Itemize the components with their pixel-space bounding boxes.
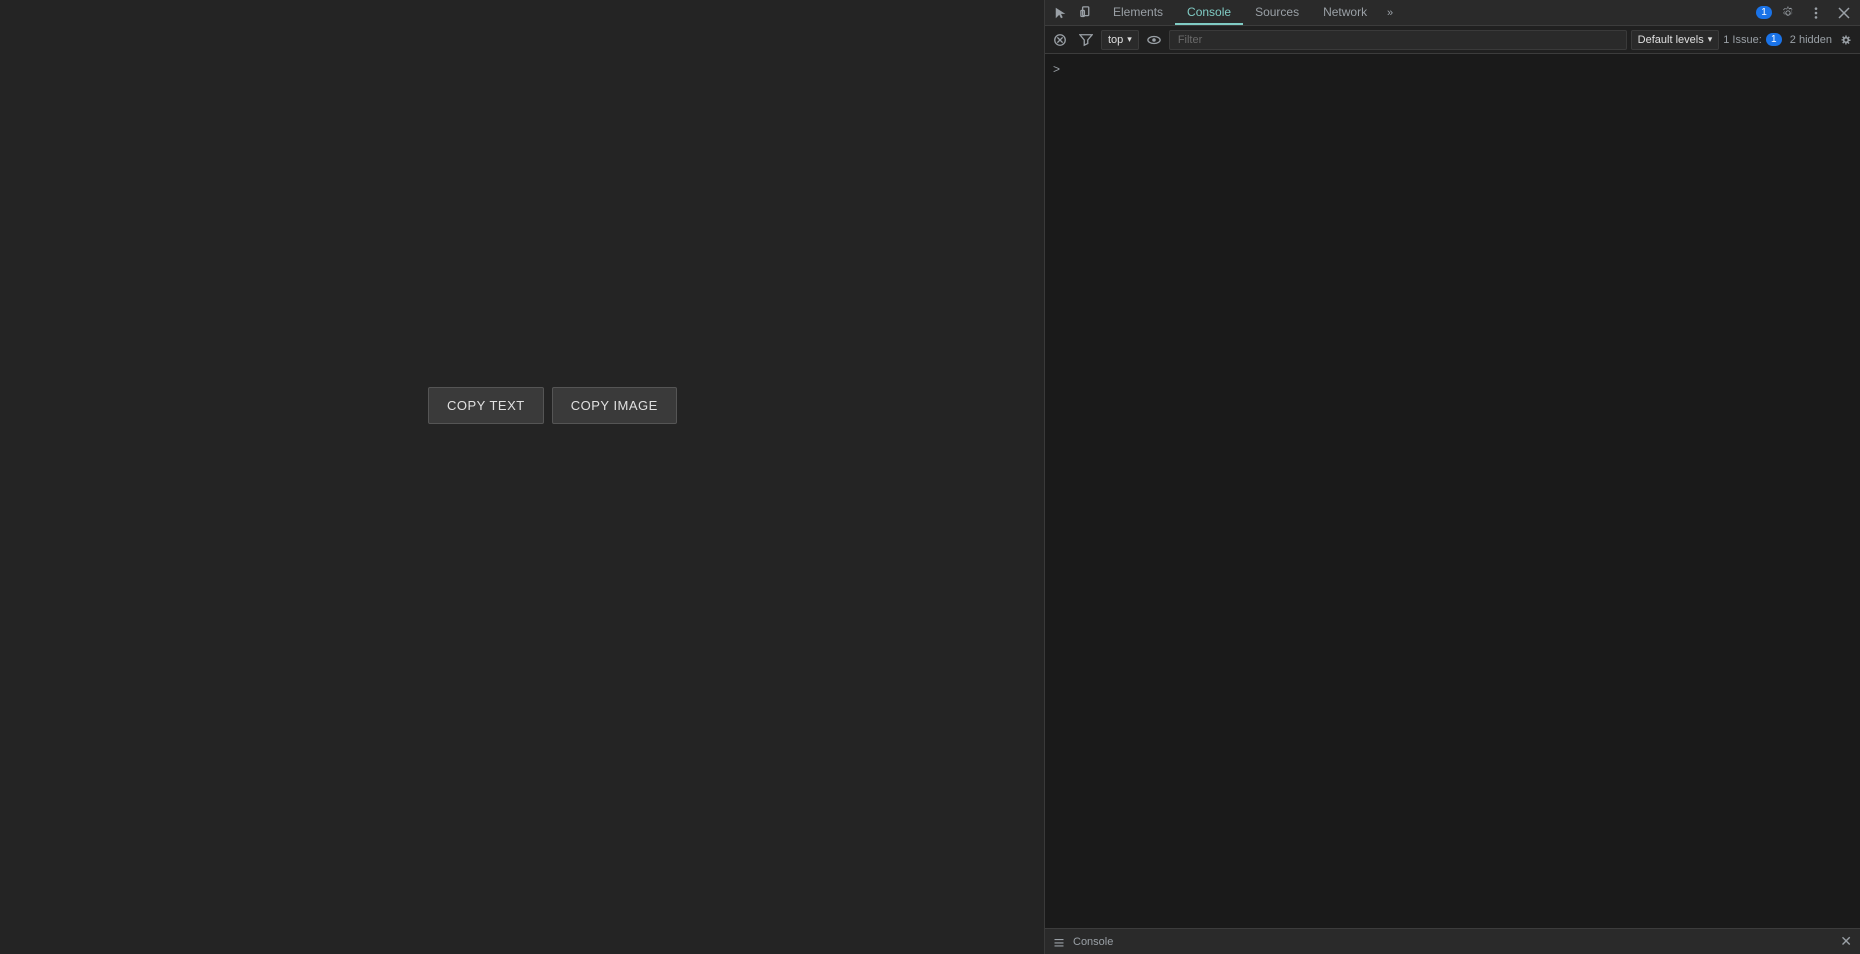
issue-badge[interactable]: 1 Issue: 1 [1723, 33, 1782, 46]
tab-console[interactable]: Console [1175, 0, 1243, 25]
log-level-label: Default levels [1638, 34, 1704, 46]
bottom-console-label: Console [1073, 936, 1113, 948]
devtools-tabs: Elements Console Sources Network » [1101, 0, 1754, 25]
devtools-toolbar: Elements Console Sources Network » 1 [1045, 0, 1860, 26]
hidden-count-label: 2 hidden [1790, 34, 1832, 46]
toolbar-right: 1 [1756, 2, 1856, 24]
tab-sources[interactable]: Sources [1243, 0, 1311, 25]
main-page: COPY TEXT COPY IMAGE [0, 0, 1044, 954]
more-options-icon[interactable] [1804, 2, 1828, 24]
context-label: top [1108, 34, 1123, 46]
inspect-element-icon[interactable] [1049, 2, 1073, 24]
devtools-bottom-bar: Console ✕ [1045, 928, 1860, 954]
close-bottom-bar-icon[interactable]: ✕ [1840, 933, 1852, 950]
devtools-panel: Elements Console Sources Network » 1 [1044, 0, 1860, 954]
device-toggle-icon[interactable] [1075, 2, 1099, 24]
context-arrow-icon: ▾ [1127, 34, 1132, 45]
console-prompt: > [1053, 62, 1060, 76]
filter-input[interactable] [1169, 30, 1627, 50]
hidden-badge: 2 hidden [1790, 34, 1832, 46]
log-level-selector[interactable]: Default levels ▾ [1631, 30, 1720, 50]
more-tabs-button[interactable]: » [1379, 2, 1401, 24]
copy-image-button[interactable]: COPY IMAGE [552, 387, 677, 424]
copy-text-button[interactable]: COPY TEXT [428, 387, 544, 424]
bottom-menu-button[interactable] [1053, 936, 1065, 948]
console-content[interactable]: > [1045, 54, 1860, 928]
close-devtools-icon[interactable] [1832, 2, 1856, 24]
tab-elements[interactable]: Elements [1101, 0, 1175, 25]
issue-count: 1 [1766, 33, 1782, 46]
page-buttons: COPY TEXT COPY IMAGE [428, 387, 677, 424]
log-level-arrow-icon: ▾ [1708, 34, 1713, 45]
clear-console-icon[interactable] [1049, 29, 1071, 51]
context-selector[interactable]: top ▾ [1101, 30, 1139, 50]
settings-icon[interactable] [1776, 2, 1800, 24]
live-expressions-icon[interactable] [1143, 29, 1165, 51]
console-settings-icon[interactable] [1836, 30, 1856, 50]
filter-icon[interactable] [1075, 29, 1097, 51]
tab-badge: 1 [1756, 6, 1772, 19]
issue-label: 1 Issue: [1723, 34, 1762, 46]
devtools-secondary-toolbar: top ▾ Default levels ▾ 1 Issue: 1 2 hidd… [1045, 26, 1860, 54]
tab-network[interactable]: Network [1311, 0, 1379, 25]
